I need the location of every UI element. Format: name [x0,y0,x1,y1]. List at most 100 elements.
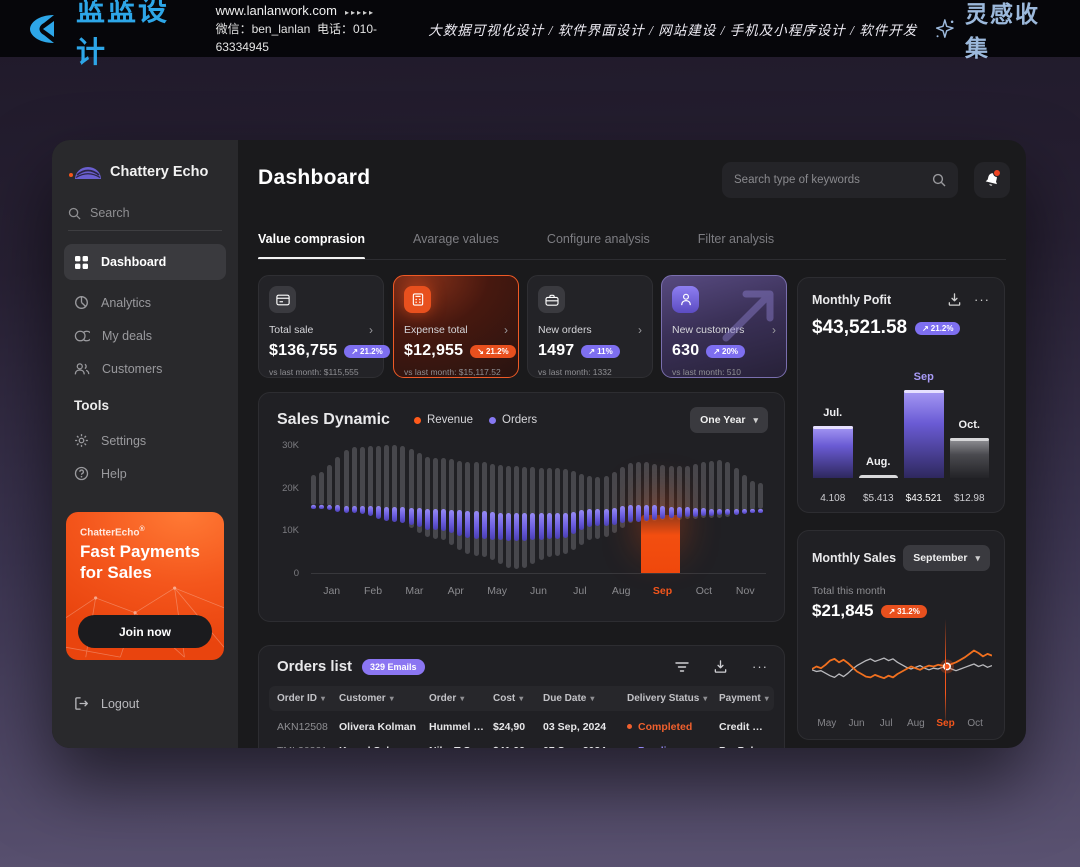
arrow-up-right-decoration [716,282,780,346]
chart-legend: Revenue Orders [414,414,690,426]
logout-button[interactable]: Logout [74,696,139,711]
month-select[interactable]: September ▾ [903,545,990,571]
logout-label: Logout [101,697,139,711]
sidebar-tools: Settings Help [64,424,226,490]
global-search[interactable] [722,162,958,198]
profit-bar-jul[interactable]: Jul. 4.108 [810,360,856,504]
monthly-profit-card: Monthly Pofit ··· $43,521.58 ↗21.2% Jul.… [797,277,1005,513]
monthly-sales-months: MayJunJulAugSepOct [812,718,990,729]
sales-dynamic-title: Sales Dynamic [277,411,390,429]
wallet-icon [269,286,296,313]
chevron-right-icon[interactable]: › [369,323,373,337]
stat-card-new-orders: New orders› 1497 ↗11% vs last month: 133… [527,275,653,378]
banner-logo-text: 蓝蓝设计 [76,0,190,71]
banner-collect: 灵感收集 [933,0,1056,63]
trend-up-icon: ↗ [713,347,720,356]
sidebar-nav: Dashboard Analytics My deals [64,244,226,385]
column-order-id[interactable]: Order ID▾ [277,693,339,704]
table-row[interactable]: TML30321 Kemal Selman Nike T-Shirt $41,9… [269,738,774,748]
sidebar-item-analytics[interactable]: Analytics [64,286,226,319]
delta-badge: ↗20% [706,345,745,358]
sidebar-search[interactable] [68,206,222,231]
y-tick-label: 30K [282,440,299,451]
sidebar-item-settings[interactable]: Settings [64,424,226,457]
profit-bar-sep[interactable]: Sep $43.521 [901,360,947,504]
global-search-input[interactable] [734,174,924,186]
gear-icon [74,433,89,448]
trend-up-icon: ↗ [588,347,595,356]
tab-avarage-values[interactable]: Avarage values [413,232,499,260]
caret-down-icon: ▾ [753,415,758,426]
delta-badge: ↗21.2% [344,345,389,358]
delta-badge: ↗11% [581,345,619,358]
stat-compare: vs last month: $115,555 [269,367,373,378]
sidebar-item-my-deals[interactable]: My deals [64,319,226,352]
month-label: Nov [725,585,766,597]
more-menu-button[interactable]: ··· [752,659,768,674]
filter-button[interactable] [675,661,689,673]
column-customer[interactable]: Customer▾ [339,693,429,704]
notification-dot [993,169,1001,177]
monthly-sales-value: $21,845 [812,601,873,621]
status-badge: Completed [627,721,719,733]
legend-orders: Orders [489,414,537,426]
cell-cost: $41,99 [493,745,543,749]
stat-label: Expense total [404,324,468,336]
banner-wechat: 微信：ben_lanlan [216,22,311,36]
monthly-sales-card: Monthly Sales September ▾ Total this mon… [797,530,1005,740]
sidebar-item-dashboard[interactable]: Dashboard [64,244,226,280]
sidebar-item-help[interactable]: Help [64,457,226,490]
cell-order: Hummel S... [429,721,493,733]
stat-value: $136,755 [269,342,337,360]
column-delivery-status[interactable]: Delivery Status▾ [627,693,719,704]
sales-dynamic-yaxis: 30K20K10K0 [273,441,303,577]
tab-value-comprasion[interactable]: Value comprasion [258,232,365,260]
banner-arrows: ▸▸▸▸▸ [345,8,375,17]
deals-icon [74,329,90,343]
trend-up-icon: ↗ [888,607,895,616]
profit-bar-oct[interactable]: Oct. $12.98 [947,360,993,504]
sidebar-item-customers[interactable]: Customers [64,352,226,385]
stat-label: New orders [538,324,592,336]
cell-cost: $24,90 [493,721,543,733]
sidebar-item-label: Dashboard [101,255,166,269]
sort-caret-icon: ▾ [390,694,394,703]
export-button[interactable] [947,292,962,307]
join-now-button[interactable]: Join now [78,615,212,648]
month-label: Apr [435,585,476,597]
revenue-dot [414,417,421,424]
tab-filter-analysis[interactable]: Filter analysis [698,232,774,260]
cell-payment: Credit Card [719,721,776,733]
more-menu-button[interactable]: ··· [974,292,990,307]
column-cost[interactable]: Cost▾ [493,693,543,704]
chevron-right-icon[interactable]: › [638,323,642,337]
trend-up-icon: ↗ [922,324,929,333]
sidebar-item-label: Analytics [101,296,151,310]
column-order[interactable]: Order▾ [429,693,493,704]
cell-customer: Kemal Selman [339,745,429,749]
notifications-button[interactable] [974,162,1010,198]
tab-configure-analysis[interactable]: Configure analysis [547,232,650,260]
stat-card-expense-total: Expense total› $12,955 ↘21.2% vs last mo… [393,275,519,378]
month-label: Sep [931,718,961,729]
column-due-date[interactable]: Due Date▾ [543,693,627,704]
chevron-right-icon[interactable]: › [504,323,508,337]
tab-bar: Value comprasion Avarage values Configur… [258,232,774,260]
sidebar-search-input[interactable] [90,206,200,220]
x-axis-line [311,573,766,574]
monthly-sales-chart [812,627,990,711]
cell-customer: Olivera Kolman [339,721,429,733]
sort-caret-icon: ▾ [460,694,464,703]
range-select[interactable]: One Year ▾ [690,407,768,433]
column-payment[interactable]: Payment▾ [719,693,776,704]
export-button[interactable] [713,659,728,674]
tabs-divider [258,259,1006,260]
month-label: Feb [352,585,393,597]
table-row[interactable]: AKN12508 Olivera Kolman Hummel S... $24,… [269,714,774,739]
month-label: Aug [601,585,642,597]
month-label: Sep [642,585,683,597]
stat-compare: vs last month: 1332 [538,367,642,378]
dashboard-window: Chattery Echo Dashboard [52,140,1026,748]
month-label: Jun [518,585,559,597]
profit-bar-aug[interactable]: Aug. $5.413 [856,360,902,504]
